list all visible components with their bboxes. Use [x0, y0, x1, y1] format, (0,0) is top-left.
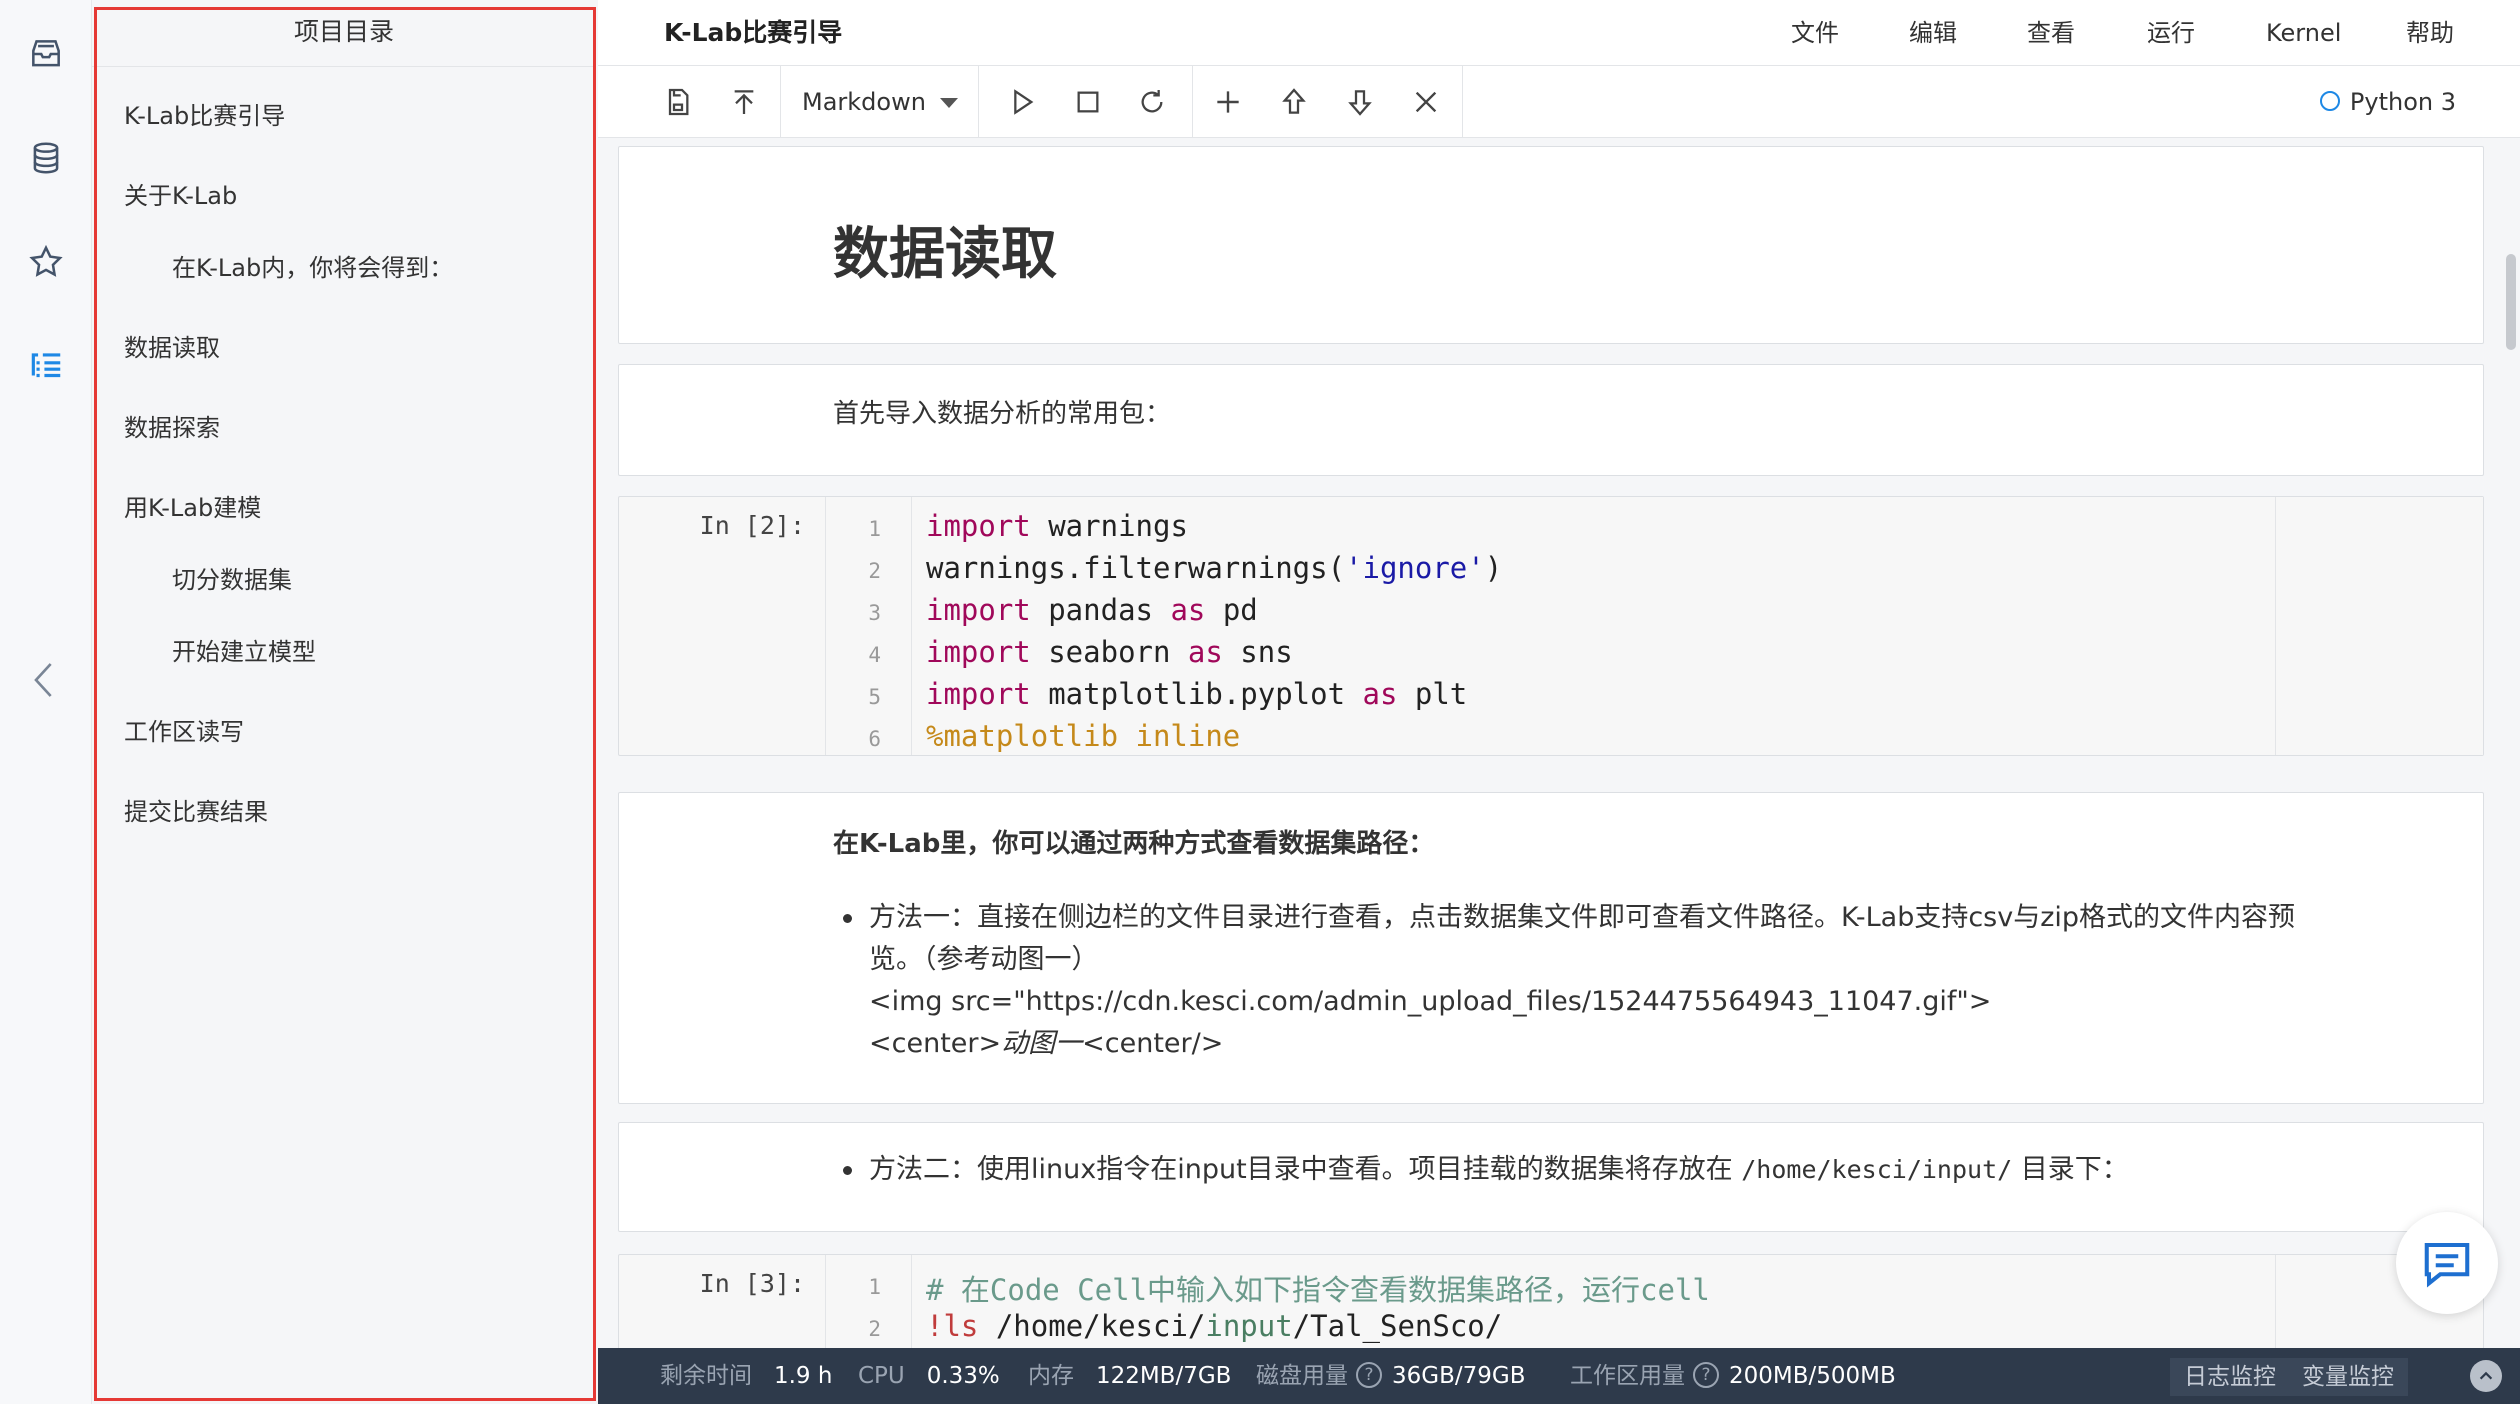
save-icon[interactable] [654, 78, 702, 126]
line-gutter: 1 2 3 4 5 6 [826, 497, 912, 755]
menu-bar: K-Lab比赛引导 文件 编辑 查看 运行 Kernel 帮助 [598, 0, 2520, 66]
code-line: import pandas as pd [926, 593, 1258, 627]
bullet-line: 览。（参考动图一） [869, 944, 1099, 975]
inbox-icon[interactable] [20, 28, 72, 80]
database-icon[interactable] [20, 132, 72, 184]
line-number: 2 [868, 559, 881, 583]
move-down-icon[interactable] [1336, 78, 1384, 126]
menu-run[interactable]: 运行 [2147, 0, 2195, 66]
cell-type-select[interactable]: Markdown [802, 80, 958, 124]
code-line: !ls /home/kesci/input/Tal_SenSco/ [926, 1309, 1503, 1343]
left-icon-rail [0, 0, 92, 1404]
code-editor[interactable]: 1 2 3 4 5 6 import warnings warnings.fil… [825, 497, 2275, 755]
toc-item[interactable]: 数据读取 [124, 328, 220, 363]
status-memory: 内存 122MB/7GB [1028, 1363, 1232, 1389]
status-disk: 磁盘用量? 36GB/79GB [1256, 1361, 1526, 1389]
code-line: warnings.filterwarnings('ignore') [926, 551, 1503, 585]
notebook-toolbar: Markdown Python 3 [598, 66, 2520, 138]
document-title: K-Lab比赛引导 [664, 18, 843, 47]
markdown-cell[interactable]: 在K-Lab里，你可以通过两种方式查看数据集路径： 方法一：直接在侧边栏的文件目… [618, 792, 2484, 1104]
toc-item[interactable]: 切分数据集 [172, 560, 292, 595]
toc-item[interactable]: 数据探索 [124, 408, 220, 443]
code-cell[interactable]: In [3]: 1 2 # 在Code Cell中输入如下指令查看数据集路径，运… [618, 1254, 2484, 1348]
line-number: 4 [868, 643, 881, 667]
stop-icon[interactable] [1064, 78, 1112, 126]
code-line: import warnings [926, 509, 1188, 543]
status-time: 剩余时间 1.9 h [660, 1363, 833, 1389]
code-line: import seaborn as sns [926, 635, 1293, 669]
status-bar: 剩余时间 1.9 h CPU 0.33% 内存 122MB/7GB 磁盘用量? 3… [598, 1348, 2520, 1404]
toc-list-icon[interactable] [20, 340, 72, 392]
code-line: %matplotlib inline [926, 719, 1241, 753]
toc-item[interactable]: 关于K-Lab [124, 176, 237, 211]
menu-file[interactable]: 文件 [1791, 0, 1839, 66]
bullet-item: 方法二：使用linux指令在input目录中查看。项目挂载的数据集将存放在 /h… [843, 1149, 2389, 1191]
menu-view[interactable]: 查看 [2027, 0, 2075, 66]
notebook-cells: 数据读取 首先导入数据分析的常用包： In [2]: 1 2 3 4 5 6 i… [598, 138, 2520, 1348]
code-editor[interactable]: 1 2 # 在Code Cell中输入如下指令查看数据集路径，运行cell !l… [825, 1255, 2275, 1348]
kernel-name: Python 3 [2349, 88, 2456, 116]
restart-icon[interactable] [1128, 78, 1176, 126]
markdown-cell[interactable]: 方法二：使用linux指令在input目录中查看。项目挂载的数据集将存放在 /h… [618, 1122, 2484, 1232]
chevron-up-icon[interactable] [2470, 1360, 2502, 1392]
move-top-icon[interactable] [720, 78, 768, 126]
variable-monitor-button[interactable]: 变量监控 [2288, 1358, 2408, 1396]
chevron-left-icon[interactable] [22, 655, 66, 705]
input-prompt: In [3]: [699, 1269, 805, 1298]
menu-help[interactable]: 帮助 [2406, 0, 2454, 66]
input-prompt: In [2]: [699, 511, 805, 540]
toc-item[interactable]: 开始建立模型 [172, 632, 316, 667]
add-cell-icon[interactable] [1204, 78, 1252, 126]
line-number: 6 [868, 727, 881, 751]
toc-title: 项目目录 [92, 0, 596, 67]
status-workspace: 工作区用量? 200MB/500MB [1570, 1361, 1896, 1389]
bullet-line: 方法一：直接在侧边栏的文件目录进行查看，点击数据集文件即可查看文件路径。K-La… [869, 902, 2296, 933]
markdown-cell[interactable]: 首先导入数据分析的常用包： [618, 364, 2484, 476]
menu-kernel[interactable]: Kernel [2266, 0, 2341, 66]
cell-side-pane [2275, 497, 2483, 755]
toc-item[interactable]: 工作区读写 [124, 712, 244, 747]
bullet-line: <center>动图一<center/> [869, 1028, 1224, 1059]
bullet-line: <img src="https://cdn.kesci.com/admin_up… [869, 986, 1992, 1017]
line-number: 3 [868, 601, 881, 625]
status-cpu: CPU 0.33% [858, 1363, 1000, 1389]
toc-item[interactable]: 在K-Lab内，你将会得到： [172, 248, 453, 283]
notebook-main: K-Lab比赛引导 文件 编辑 查看 运行 Kernel 帮助 Markdown [598, 0, 2520, 1404]
bullet-item: 方法一：直接在侧边栏的文件目录进行查看，点击数据集文件即可查看文件路径。K-La… [843, 897, 2389, 1065]
cell-paragraph: 首先导入数据分析的常用包： [833, 399, 1172, 429]
star-icon[interactable] [20, 236, 72, 288]
log-monitor-button[interactable]: 日志监控 [2170, 1358, 2290, 1396]
kernel-idle-icon [2319, 91, 2340, 111]
cell-heading: 数据读取 [833, 222, 1057, 287]
toc-item[interactable]: K-Lab比赛引导 [124, 96, 285, 131]
code-line: import matplotlib.pyplot as plt [926, 677, 1468, 711]
help-icon[interactable]: ? [1693, 1361, 1719, 1388]
chat-icon[interactable] [2396, 1212, 2498, 1314]
code-line: # 在Code Cell中输入如下指令查看数据集路径，运行cell [926, 1273, 1710, 1307]
toc-item[interactable]: 提交比赛结果 [124, 792, 268, 827]
help-icon[interactable]: ? [1356, 1361, 1382, 1388]
inline-code: /home/kesci/input/ [1741, 1155, 2013, 1184]
code-cell[interactable]: In [2]: 1 2 3 4 5 6 import warnings warn… [618, 496, 2484, 756]
caret-down-icon [939, 98, 958, 108]
line-number: 5 [868, 685, 881, 709]
klab-notebook-app: 项目目录 K-Lab比赛引导 关于K-Lab 在K-Lab内，你将会得到： 数据… [0, 0, 2520, 1404]
line-gutter: 1 2 [826, 1255, 912, 1348]
kernel-status: Python 3 [2319, 80, 2456, 124]
delete-cell-icon[interactable] [1402, 78, 1450, 126]
toc-panel: 项目目录 K-Lab比赛引导 关于K-Lab 在K-Lab内，你将会得到： 数据… [92, 0, 596, 1404]
vertical-scrollbar[interactable] [2502, 138, 2520, 1348]
run-icon[interactable] [998, 78, 1046, 126]
toc-item[interactable]: 用K-Lab建模 [124, 488, 261, 523]
markdown-cell[interactable]: 数据读取 [618, 146, 2484, 344]
line-number: 1 [868, 1275, 881, 1299]
menu-edit[interactable]: 编辑 [1909, 0, 1957, 66]
cell-bold-paragraph: 在K-Lab里，你可以通过两种方式查看数据集路径： [833, 829, 1435, 859]
scrollbar-thumb[interactable] [2506, 254, 2516, 350]
move-up-icon[interactable] [1270, 78, 1318, 126]
line-number: 2 [868, 1317, 881, 1341]
cell-type-value: Markdown [802, 88, 926, 116]
line-number: 1 [868, 517, 881, 541]
